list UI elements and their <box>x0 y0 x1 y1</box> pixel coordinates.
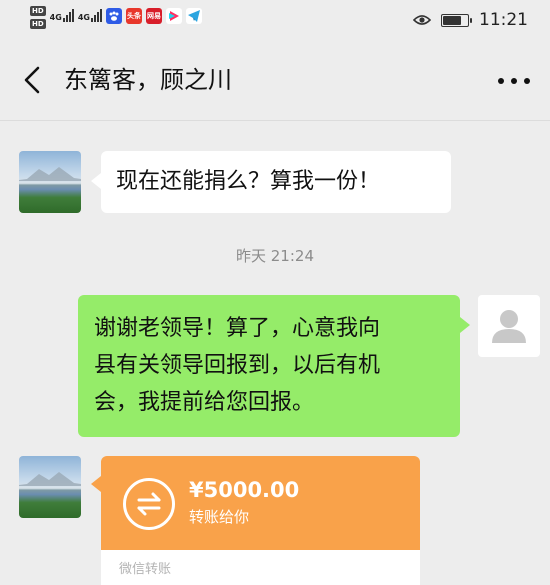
message-line: 县有关领导回报到，以后有机 <box>94 353 381 378</box>
status-right: 11:21 <box>412 10 528 30</box>
toutiao-app-icon: 头条 <box>125 8 142 24</box>
battery-icon <box>441 13 472 27</box>
message-bubble-incoming[interactable]: 现在还能捐么？算我一份！ <box>101 151 451 213</box>
bubble-tail <box>91 173 101 189</box>
status-bar: HD HD 4G 4G 头条 网易 11:21 <box>0 0 550 42</box>
clock: 11:21 <box>479 10 528 30</box>
chat-header: 东篱客，顾之川 <box>0 42 550 121</box>
eye-comfort-icon <box>412 11 432 30</box>
signal-2: 4G <box>78 8 102 22</box>
ellipsis-icon <box>524 78 530 84</box>
landscape-image <box>19 472 81 486</box>
transfer-arrows-icon <box>123 478 175 530</box>
landscape-image <box>19 167 81 181</box>
my-avatar[interactable] <box>478 295 540 357</box>
ellipsis-icon <box>511 78 517 84</box>
battery-fill <box>443 15 461 25</box>
netease-app-icon: 网易 <box>145 8 162 24</box>
message-timestamp: 昨天 21:24 <box>236 247 314 265</box>
transfer-footer: 微信转账 <box>101 550 420 585</box>
message-line: 会，我提前给您回报。 <box>94 390 315 415</box>
transfer-card[interactable]: ¥5000.00 转账给你 微信转账 <box>101 456 420 585</box>
hd-badge: HD <box>30 19 46 29</box>
transfer-subtitle: 转账给你 <box>189 508 250 526</box>
network-type-label: 4G <box>77 13 90 22</box>
default-user-icon <box>492 310 526 343</box>
message-bubble-outgoing[interactable]: 谢谢老领导！算了，心意我向 县有关领导回报到，以后有机 会，我提前给您回报。 <box>78 295 460 437</box>
hd-badge: HD <box>30 6 46 16</box>
contact-avatar[interactable] <box>19 151 81 213</box>
baidu-app-icon <box>105 8 122 24</box>
message-line: 谢谢老领导！算了，心意我向 <box>94 316 381 341</box>
video-app-icon <box>165 8 182 24</box>
hd-indicators: HD HD <box>30 6 46 29</box>
signal-bars-icon <box>90 8 102 22</box>
contact-avatar[interactable] <box>19 456 81 518</box>
message-text: 现在还能捐么？算我一份！ <box>116 169 381 194</box>
chat-area[interactable]: 现在还能捐么？算我一份！ 昨天 21:24 谢谢老领导！算了，心意我向 县有关领… <box>0 121 550 585</box>
signal-bars-icon <box>62 8 74 22</box>
chat-title: 东篱客，顾之川 <box>64 66 232 94</box>
signal-1: 4G <box>50 8 74 22</box>
back-button[interactable] <box>18 62 48 98</box>
ellipsis-icon <box>498 78 504 84</box>
telegram-app-icon <box>185 8 202 24</box>
status-left: HD HD 4G 4G 头条 网易 <box>30 6 202 29</box>
chevron-left-icon <box>24 66 40 94</box>
transfer-amount: ¥5000.00 <box>189 478 300 502</box>
bubble-tail <box>460 317 470 333</box>
network-type-label: 4G <box>49 13 62 22</box>
more-options-button[interactable] <box>498 76 530 86</box>
bubble-tail <box>91 476 101 492</box>
